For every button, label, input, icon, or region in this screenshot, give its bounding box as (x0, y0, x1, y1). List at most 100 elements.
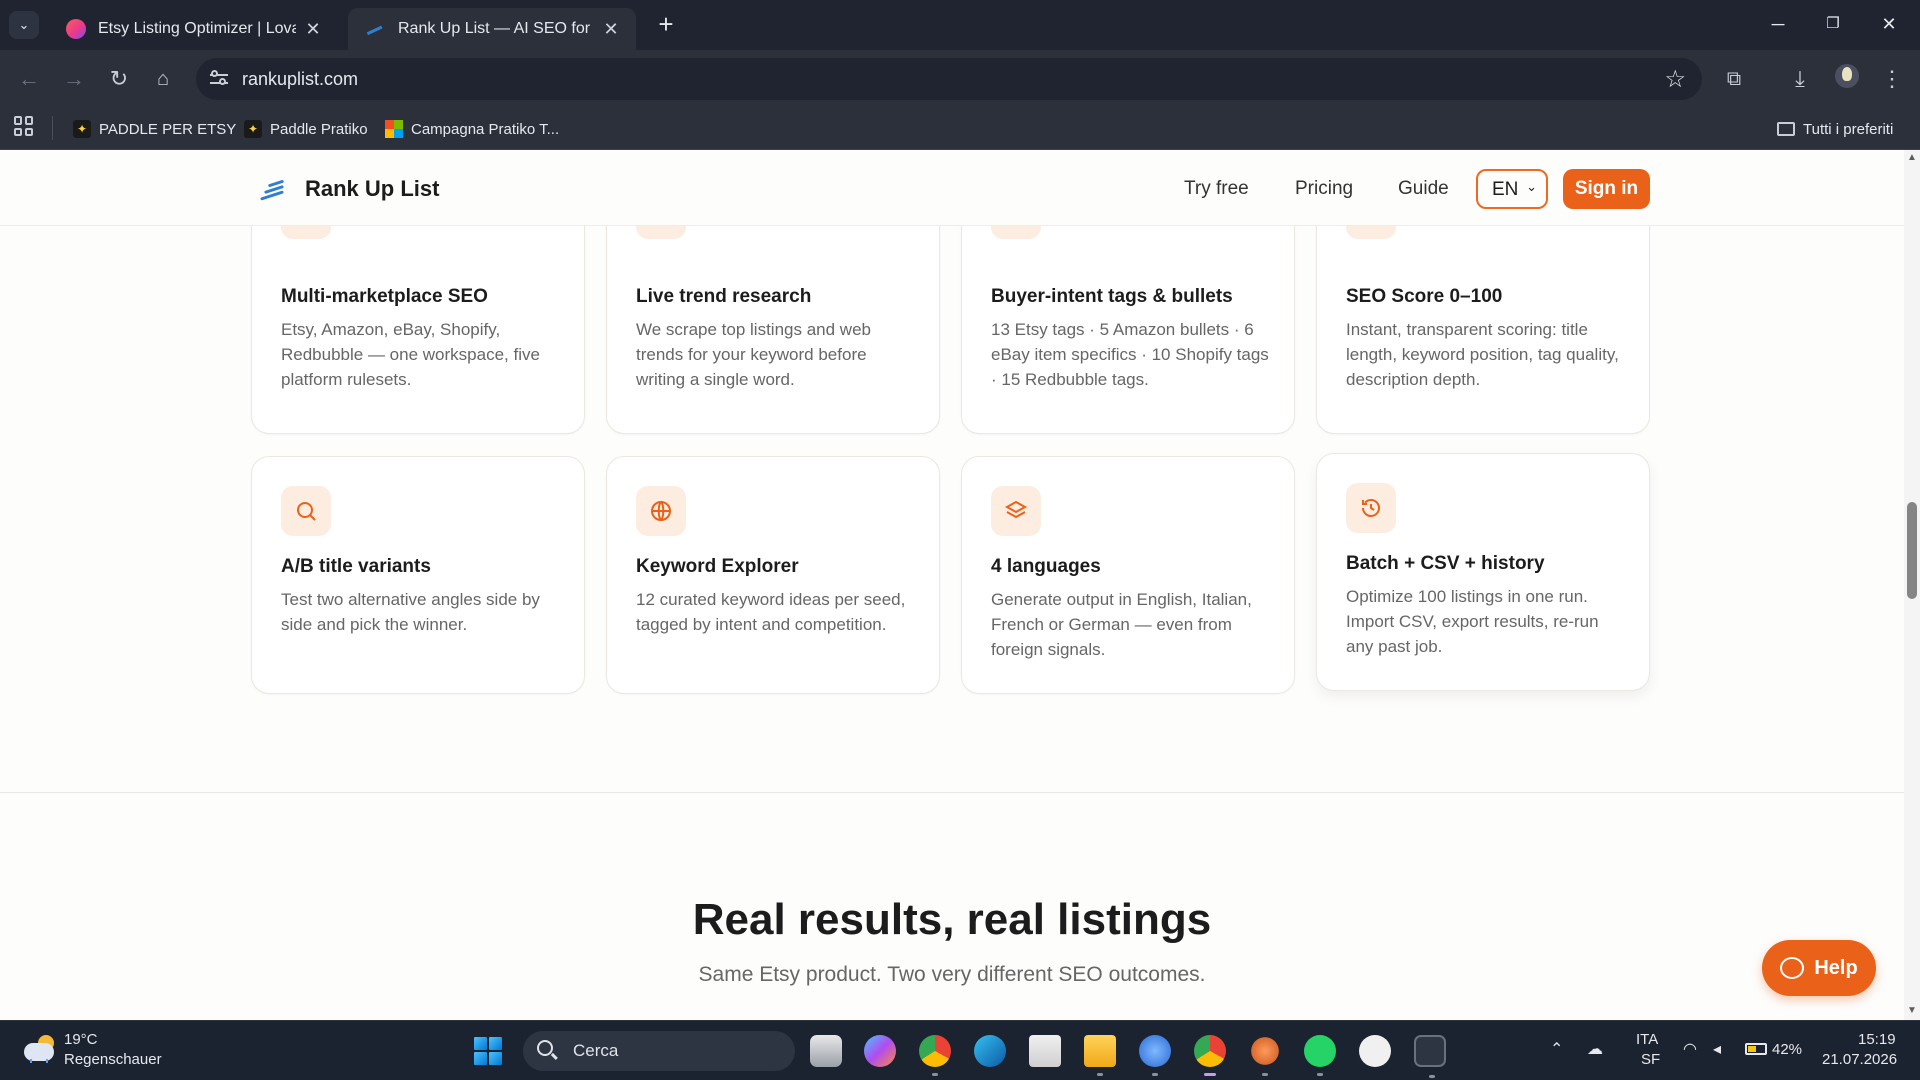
feature-description: Optimize 100 listings in one run. Import… (1346, 587, 1599, 656)
site-header: Rank Up List Try free Pricing Guide EN ⌄… (0, 150, 1904, 226)
brand-name[interactable]: Rank Up List (305, 176, 439, 202)
profile-avatar[interactable] (1835, 64, 1859, 88)
address-bar[interactable]: rankuplist.com ☆ (196, 58, 1702, 100)
store-icon[interactable] (1029, 1035, 1061, 1067)
feature-card-ab-title: A/B title variants Test two alternative … (251, 456, 585, 694)
sparkle-icon: ✦ (73, 120, 91, 138)
bookmark-label: Paddle Pratiko (270, 120, 368, 138)
weather-temp[interactable]: 19°C (64, 1031, 98, 1048)
clock-time[interactable]: 15:19 (1858, 1031, 1896, 1048)
restore-button[interactable]: ❐ (1810, 8, 1856, 40)
show-hidden-icons-icon[interactable]: ⌃ (1550, 1039, 1563, 1059)
windows-start-icon[interactable] (474, 1037, 502, 1065)
all-bookmarks-folder[interactable]: Tutti i preferiti (1777, 117, 1893, 141)
minimize-button[interactable]: ─ (1755, 8, 1801, 40)
input-language[interactable]: ITA (1636, 1031, 1658, 1048)
help-label: Help (1814, 956, 1858, 979)
history-icon (1346, 483, 1396, 533)
globe-icon (636, 486, 686, 536)
whatsapp-icon[interactable] (1304, 1035, 1336, 1076)
page-scrollbar[interactable]: ▲ ▼ (1904, 150, 1920, 1020)
feature-description: Instant, transparent scoring: title leng… (1346, 320, 1619, 389)
file-explorer-icon[interactable] (1084, 1035, 1116, 1076)
battery-icon[interactable] (1745, 1043, 1767, 1055)
input-layout[interactable]: SF (1641, 1051, 1660, 1068)
nav-pricing[interactable]: Pricing (1295, 178, 1353, 200)
more-menu-icon[interactable]: ⋮ (1877, 64, 1907, 94)
browser-tab-strip: ⌄ Etsy Listing Optimizer | Lovable ✕ Ran… (0, 0, 1920, 50)
search-placeholder: Cerca (573, 1041, 619, 1060)
volume-icon[interactable]: ◂ (1713, 1039, 1721, 1059)
window-close-button[interactable]: ✕ (1866, 8, 1912, 40)
new-tab-button[interactable]: + (651, 10, 681, 40)
tab-lovable[interactable]: Etsy Listing Optimizer | Lovable ✕ (48, 8, 338, 50)
feature-title: Keyword Explorer (636, 556, 799, 577)
taskbar-search[interactable]: Cerca (523, 1031, 795, 1071)
results-section-title: Real results, real listings (692, 895, 1212, 944)
weather-icon[interactable] (22, 1033, 56, 1063)
task-view-icon[interactable] (810, 1035, 842, 1067)
bookmark-campagna-pratiko[interactable]: Campagna Pratiko T... (385, 117, 559, 141)
claude-icon[interactable] (1249, 1035, 1281, 1076)
feature-description: We scrape top listings and web trends fo… (636, 320, 871, 389)
edge-icon[interactable] (974, 1035, 1006, 1067)
download-icon[interactable]: ⤓ (1785, 64, 1815, 94)
folder-icon (1777, 122, 1795, 136)
bookmark-paddle-per-etsy[interactable]: ✦ PADDLE PER ETSY (73, 117, 236, 141)
feature-title: Batch + CSV + history (1346, 553, 1545, 574)
battery-percent: 42% (1772, 1041, 1803, 1058)
tab-title: Rank Up List — AI SEO for Etsy, (398, 20, 594, 37)
github-icon[interactable] (1359, 1035, 1391, 1067)
browser-toolbar: ← → ↻ ⌂ rankuplist.com ☆ ⧉ ⤓ ⋮ (0, 50, 1920, 108)
scroll-down-icon[interactable]: ▼ (1907, 1006, 1917, 1016)
search-icon (537, 1040, 553, 1056)
close-icon[interactable]: ✕ (602, 19, 620, 40)
thunderbird-icon[interactable] (1139, 1035, 1171, 1076)
language-value: EN (1492, 179, 1519, 200)
scrollbar-thumb[interactable] (1907, 502, 1917, 599)
microsoft-icon (385, 120, 403, 138)
bookmark-paddle-pratiko[interactable]: ✦ Paddle Pratiko (244, 117, 368, 141)
feature-description: 12 curated keyword ideas per seed, tagge… (636, 590, 906, 634)
reload-button[interactable]: ↻ (104, 64, 134, 94)
tab-rank-up-list[interactable]: Rank Up List — AI SEO for Etsy, ✕ (348, 8, 636, 50)
back-button[interactable]: ← (14, 64, 44, 94)
forward-button[interactable]: → (59, 64, 89, 94)
feature-card-batch-csv: Batch + CSV + history Optimize 100 listi… (1316, 453, 1650, 691)
onedrive-icon[interactable]: ☁ (1587, 1039, 1603, 1059)
nav-try-free[interactable]: Try free (1184, 178, 1249, 200)
rank-up-list-favicon-icon (365, 22, 383, 36)
weather-desc[interactable]: Regenschauer (64, 1051, 162, 1068)
feature-title: SEO Score 0–100 (1346, 286, 1503, 307)
feature-description: Etsy, Amazon, eBay, Shopify, Redbubble —… (281, 320, 540, 389)
section-divider (0, 792, 1904, 793)
apps-grid-icon[interactable] (14, 116, 34, 136)
language-select[interactable]: EN ⌄ (1476, 169, 1548, 209)
extensions-icon[interactable]: ⧉ (1719, 64, 1749, 94)
logo-icon[interactable] (256, 176, 288, 202)
copilot-icon[interactable] (864, 1035, 896, 1067)
clock-date[interactable]: 21.07.2026 (1822, 1051, 1897, 1068)
sign-in-button[interactable]: Sign in (1563, 169, 1650, 209)
search-icon (281, 486, 331, 536)
bookmark-star-icon[interactable]: ☆ (1664, 65, 1686, 94)
wifi-icon[interactable]: ◠ (1683, 1039, 1697, 1059)
bookmarks-divider (52, 116, 53, 140)
feature-card-keyword-explorer: Keyword Explorer 12 curated keyword idea… (606, 456, 940, 694)
lovable-favicon-icon (66, 19, 86, 39)
home-button[interactable]: ⌂ (148, 64, 178, 94)
scroll-up-icon[interactable]: ▲ (1907, 153, 1917, 163)
close-icon[interactable]: ✕ (304, 19, 322, 40)
chat-bubble-icon (1780, 957, 1805, 979)
tab-title: Etsy Listing Optimizer | Lovable (98, 20, 296, 37)
bookmark-label: Campagna Pratiko T... (411, 120, 560, 138)
feature-description: Test two alternative angles side by side… (281, 590, 540, 634)
chrome-icon[interactable] (919, 1035, 951, 1076)
site-info-icon[interactable] (208, 68, 230, 90)
vscode-icon[interactable] (1414, 1035, 1446, 1078)
page-viewport: Rank Up List Try free Pricing Guide EN ⌄… (0, 150, 1904, 1020)
nav-guide[interactable]: Guide (1398, 178, 1449, 200)
chrome-active-icon[interactable] (1194, 1035, 1226, 1076)
help-button[interactable]: Help (1762, 940, 1876, 996)
tab-search-button[interactable]: ⌄ (9, 11, 39, 39)
